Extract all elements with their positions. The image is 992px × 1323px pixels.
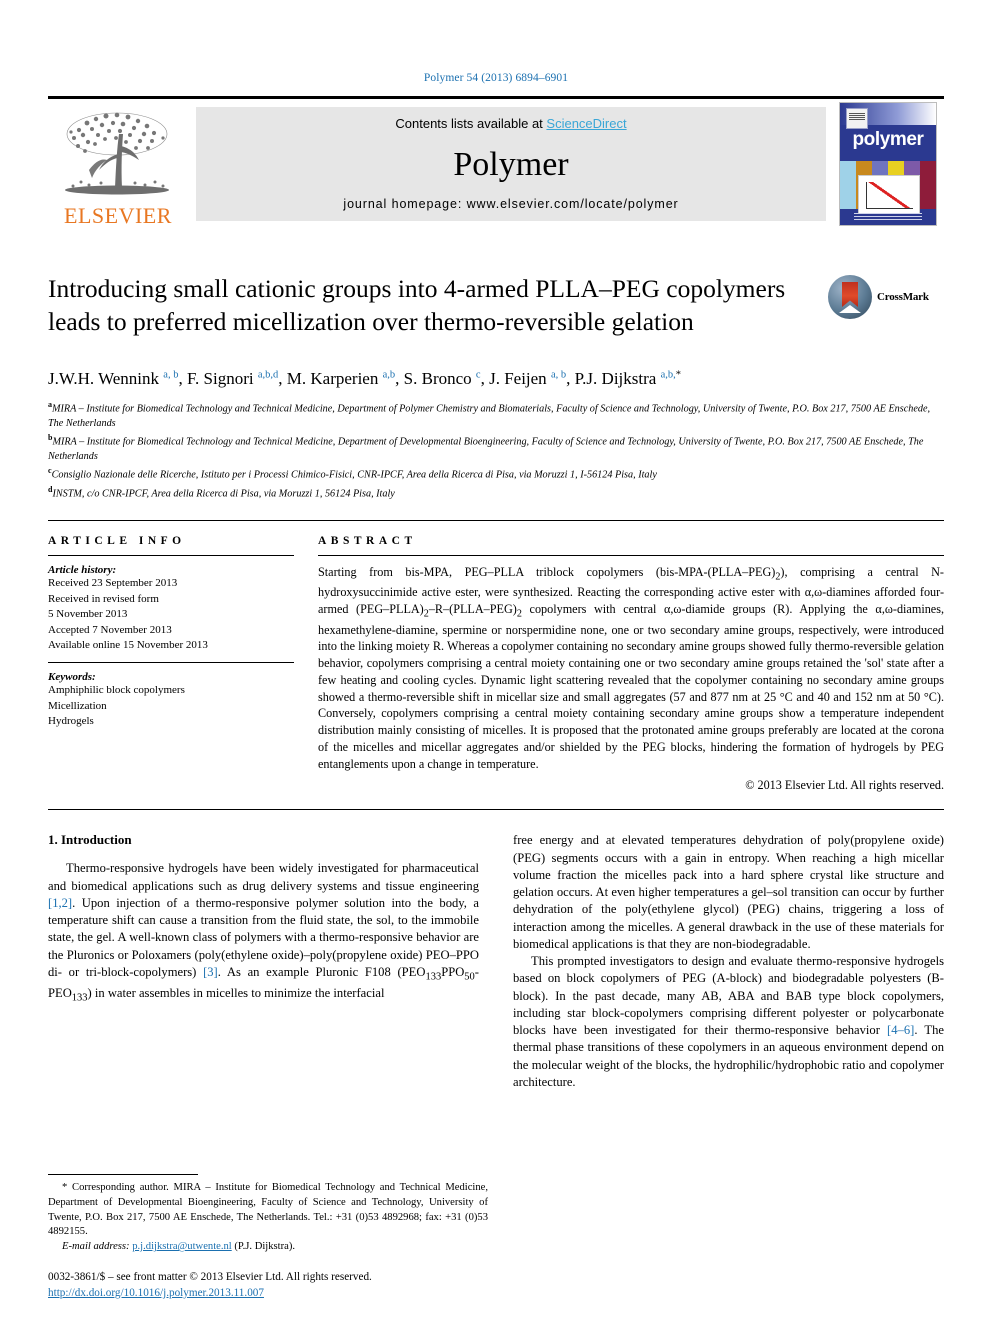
cover-footer-text [854,213,922,220]
cover-publisher-badge-icon [846,108,868,129]
sciencedirect-link[interactable]: ScienceDirect [546,116,626,131]
abstract-copyright: © 2013 Elsevier Ltd. All rights reserved… [745,778,944,793]
article-info-heading: ARTICLE INFO [48,534,186,547]
affiliation-list: aMIRA – Institute for Biomedical Technol… [48,399,944,502]
citation-ref[interactable]: [4–6] [887,1023,914,1037]
article-history-list: Received 23 September 2013 Received in re… [48,576,294,654]
elsevier-logo: ELSEVIER [48,99,188,229]
elsevier-tree-icon [65,112,169,195]
crossmark-icon [828,275,872,319]
title-area: Introducing small cationic groups into 4… [48,273,944,353]
cover-image: polymer [839,102,937,226]
article-history-item: Received in revised form [48,592,159,605]
citation-ref[interactable]: [3] [203,965,218,979]
affiliation-mark: b [48,433,53,443]
issn-block: 0032-3861/$ – see front matter © 2013 El… [48,1269,372,1301]
footnote-area: * Corresponding author. MIRA – Institute… [48,1173,488,1255]
contents-line: Contents lists available at ScienceDirec… [395,116,626,131]
article-info-rule [48,554,294,556]
journal-article-page: Polymer 54 (2013) 6894–6901 ELSEVIER Con… [0,0,992,1323]
info-divider-bottom [48,809,944,811]
affiliation-item: dINSTM, c/o CNR-IPCF, Area della Ricerca… [48,484,395,500]
crossmark-badge[interactable]: CrossMark [828,275,944,319]
right-paragraphs: free energy and at elevated temperatures… [513,832,944,1091]
affiliation-item: cConsiglio Nazionale delle Ricerche, Ist… [48,466,657,481]
footnote-divider [48,1173,198,1175]
citation-ref[interactable]: [1,2] [48,896,72,910]
doi-link[interactable]: http://dx.doi.org/10.1016/j.polymer.2013… [48,1287,264,1299]
article-info-column: ARTICLE INFO Article history: Received 2… [48,535,318,794]
article-history-item: Received 23 September 2013 [48,576,178,589]
journal-name: Polymer [453,146,569,183]
info-divider-top [48,519,944,521]
journal-masthead: ELSEVIER Contents lists available at Sci… [48,96,944,229]
article-history-item: Accepted 7 November 2013 [48,623,172,636]
affiliation-item: bMIRA – Institute for Biomedical Technol… [48,433,924,463]
cover-inset-figure [858,175,920,217]
keywords-list: Amphiphilic block copolymers Micellizatio… [48,683,294,730]
email-owner: (P.J. Dijkstra). [234,1241,296,1253]
affiliation-mark: c [48,466,52,476]
issn-line: 0032-3861/$ – see front matter © 2013 El… [48,1270,372,1283]
running-head: Polymer 54 (2013) 6894–6901 [423,72,569,84]
affiliation-mark: d [48,484,53,494]
affiliation-mark: a [48,400,52,409]
article-history-item: 5 November 2013 [48,608,128,621]
body-paragraph: This prompted investigators to design an… [513,954,944,1089]
author-list: J.W.H. Wennink a, b, F. Signori a,b,d, M… [48,369,681,388]
body-paragraph: free energy and at elevated temperatures… [513,833,944,951]
info-abstract-columns: ARTICLE INFO Article history: Received 2… [48,535,944,794]
elsevier-wordmark: ELSEVIER [64,203,172,228]
keywords-label: Keywords: [48,670,96,683]
keyword-item: Micellization [48,699,107,712]
body-column-left: 1. Introduction Thermo-responsive hydrog… [48,832,479,1091]
body-columns: 1. Introduction Thermo-responsive hydrog… [48,832,944,1091]
page-title: Introducing small cationic groups into 4… [48,274,786,336]
abstract-column: ABSTRACT Starting from bis-MPA, PEG–PLLA… [318,535,944,794]
keyword-item: Hydrogels [48,715,94,728]
abstract-rule [318,554,944,556]
abstract-heading: ABSTRACT [318,534,417,547]
abstract-text: Starting from bis-MPA, PEG–PLLA triblock… [318,564,944,771]
affiliation-item: aMIRA – Institute for Biomedical Technol… [48,400,931,430]
body-column-right: free energy and at elevated temperatures… [513,832,944,1091]
article-history-item: Available online 15 November 2013 [48,639,208,652]
body-paragraph: Thermo-responsive hydrogels have been wi… [48,861,479,1004]
journal-homepage[interactable]: journal homepage: www.elsevier.com/locat… [343,197,678,211]
email-note: E-mail address: p.j.dijkstra@utwente.nl … [48,1240,488,1255]
keyword-item: Amphiphilic block copolymers [48,683,185,696]
article-history-label: Article history: [48,563,117,576]
cover-title: polymer [852,129,924,150]
left-paragraphs: Thermo-responsive hydrogels have been wi… [48,860,479,1005]
keywords-rule [48,661,294,663]
section-title-introduction: 1. Introduction [48,832,132,848]
crossmark-label: CrossMark [877,291,929,303]
journal-cover-thumbnail: polymer [832,99,944,229]
journal-banner: Contents lists available at ScienceDirec… [196,107,826,221]
email-link[interactable]: p.j.dijkstra@utwente.nl [132,1241,232,1252]
corresponding-author-note: * Corresponding author. MIRA – Institute… [48,1181,488,1238]
email-label: E-mail address: [62,1241,130,1253]
contents-prefix: Contents lists available at [395,116,547,131]
